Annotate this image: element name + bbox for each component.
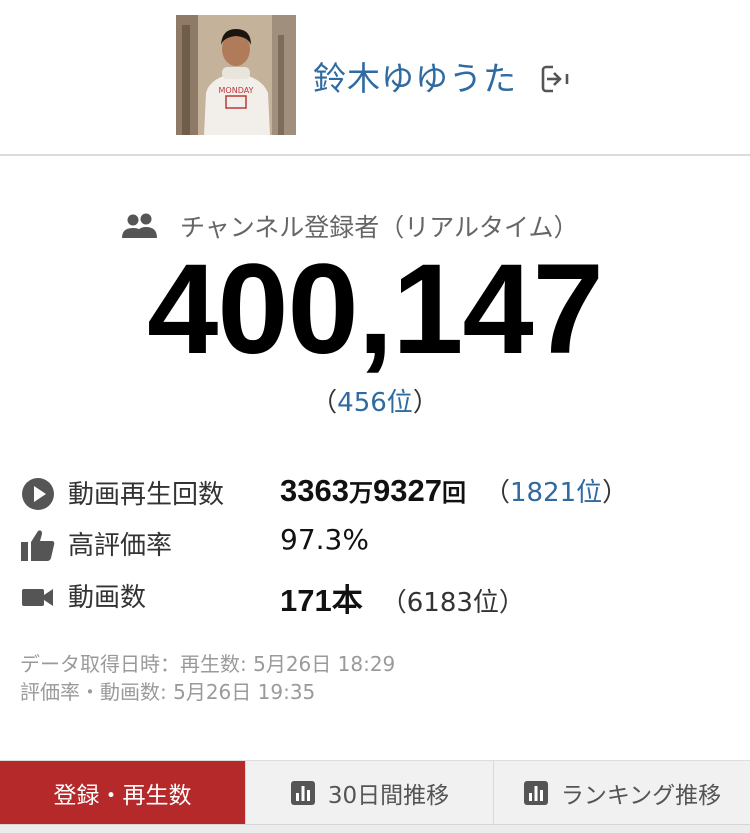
views-value-suffix: 回 [441, 479, 466, 507]
tab-label: 30日間推移 [327, 783, 450, 809]
video-camera-icon [20, 579, 56, 615]
thumbs-up-icon [20, 527, 56, 563]
views-value: 3363万9327回 （1821位） [280, 472, 628, 509]
views-label: 動画再生回数 [68, 480, 225, 510]
tab-bar-bottom-strip [0, 824, 750, 833]
views-value-main: 3363 [280, 473, 349, 508]
rank-open-paren: （ [311, 388, 338, 418]
subscriber-rank-link[interactable]: 456位 [337, 388, 413, 418]
subscriber-count: 400,147 [147, 238, 604, 381]
rating-label: 高評価率 [68, 531, 173, 561]
avatar-photo-icon: MONDAY [176, 15, 296, 135]
tab-ranking-trend[interactable]: ランキング推移 [494, 761, 750, 825]
tab-label: ランキング推移 [560, 783, 722, 809]
views-rank-close: ） [602, 478, 629, 508]
rating-value: 97.3% [280, 523, 369, 556]
bar-chart-icon [523, 781, 548, 805]
rating-row: 高評価率 97.3% [20, 521, 720, 565]
bar-chart-icon [290, 781, 315, 805]
data-timestamp-note: データ取得日時：再生数: 5月26日 18:29 [20, 652, 396, 676]
logout-icon[interactable] [539, 63, 571, 95]
rating-timestamp-note: 評価率・動画数: 5月26日 19:35 [20, 680, 316, 704]
videos-rank: （6183位） [380, 588, 525, 618]
tab-bar: 登録・再生数 30日間推移 ランキング推移 [0, 760, 750, 833]
views-rank: （1821位） [484, 478, 628, 508]
rank-close-paren: ） [412, 388, 439, 418]
views-rank-open: （ [483, 478, 510, 508]
tab-30-day-trend[interactable]: 30日間推移 [246, 761, 494, 825]
videos-label: 動画数 [68, 583, 147, 613]
play-icon [20, 476, 56, 512]
people-icon [120, 212, 160, 240]
videos-count: 171本 [280, 583, 363, 618]
views-row: 動画再生回数 3363万9327回 （1821位） [20, 470, 720, 514]
views-value-unit: 万 [348, 479, 373, 507]
channel-avatar[interactable]: MONDAY [176, 15, 296, 135]
subscriber-rank: （456位） [0, 382, 750, 419]
channel-header: MONDAY 鈴木ゆゆうた [0, 0, 750, 156]
channel-name[interactable]: 鈴木ゆゆうた [313, 52, 517, 100]
videos-row: 動画数 171本 （6183位） [20, 573, 720, 620]
svg-text:MONDAY: MONDAY [219, 86, 254, 95]
tab-label: 登録・再生数 [53, 783, 192, 809]
views-rank-link[interactable]: 1821位 [510, 478, 602, 508]
videos-value: 171本 （6183位） [280, 575, 525, 620]
tab-subscribers-views[interactable]: 登録・再生数 [0, 761, 246, 825]
views-value-rest: 9327 [372, 473, 442, 508]
